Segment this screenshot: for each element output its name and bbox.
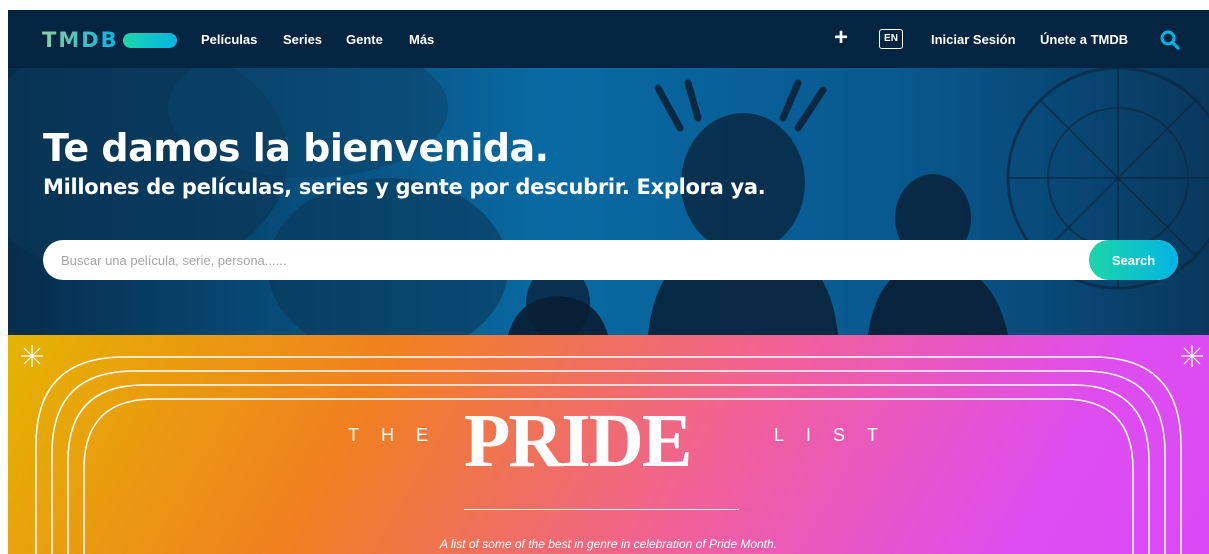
search-bar: Search	[43, 240, 1178, 280]
login-link[interactable]: Iniciar Sesión	[931, 32, 1016, 47]
banner-word-the: THE	[348, 425, 450, 445]
sparkle-decoration	[21, 345, 1203, 367]
search-button[interactable]: Search	[1089, 240, 1178, 280]
nav-link-series[interactable]: Series	[283, 32, 322, 47]
join-link[interactable]: Únete a TMDB	[1040, 32, 1128, 47]
page-frame: TMDB Películas Series Gente Más + EN Ini…	[8, 10, 1209, 554]
nav-link-gente[interactable]: Gente	[346, 32, 383, 47]
hero-title: Te damos la bienvenida.	[43, 126, 549, 170]
nav-link-peliculas[interactable]: Películas	[201, 32, 257, 47]
logo-text: TMDB	[42, 28, 119, 52]
hero-section: Te damos la bienvenida. Millones de pelí…	[8, 68, 1209, 335]
hero-subtitle: Millones de películas, series y gente po…	[43, 175, 766, 199]
banner-word-pride: PRIDE	[464, 399, 692, 483]
banner-word-list: LIST	[774, 425, 901, 445]
logo-pill-shape	[122, 32, 177, 48]
nav-link-mas[interactable]: Más	[409, 32, 434, 47]
hero-background-image	[8, 68, 1209, 335]
language-selector[interactable]: EN	[879, 29, 903, 49]
banner-description: A list of some of the best in genre in c…	[439, 537, 778, 551]
search-icon[interactable]	[1160, 30, 1180, 50]
pride-list-banner[interactable]: THE PRIDE LIST A list of some of the bes…	[8, 335, 1209, 554]
search-input[interactable]	[43, 240, 1083, 280]
top-navigation: TMDB Películas Series Gente Más + EN Ini…	[8, 10, 1209, 68]
banner-divider	[464, 509, 739, 510]
tmdb-logo[interactable]: TMDB	[42, 28, 177, 52]
plus-icon[interactable]: +	[834, 26, 848, 50]
